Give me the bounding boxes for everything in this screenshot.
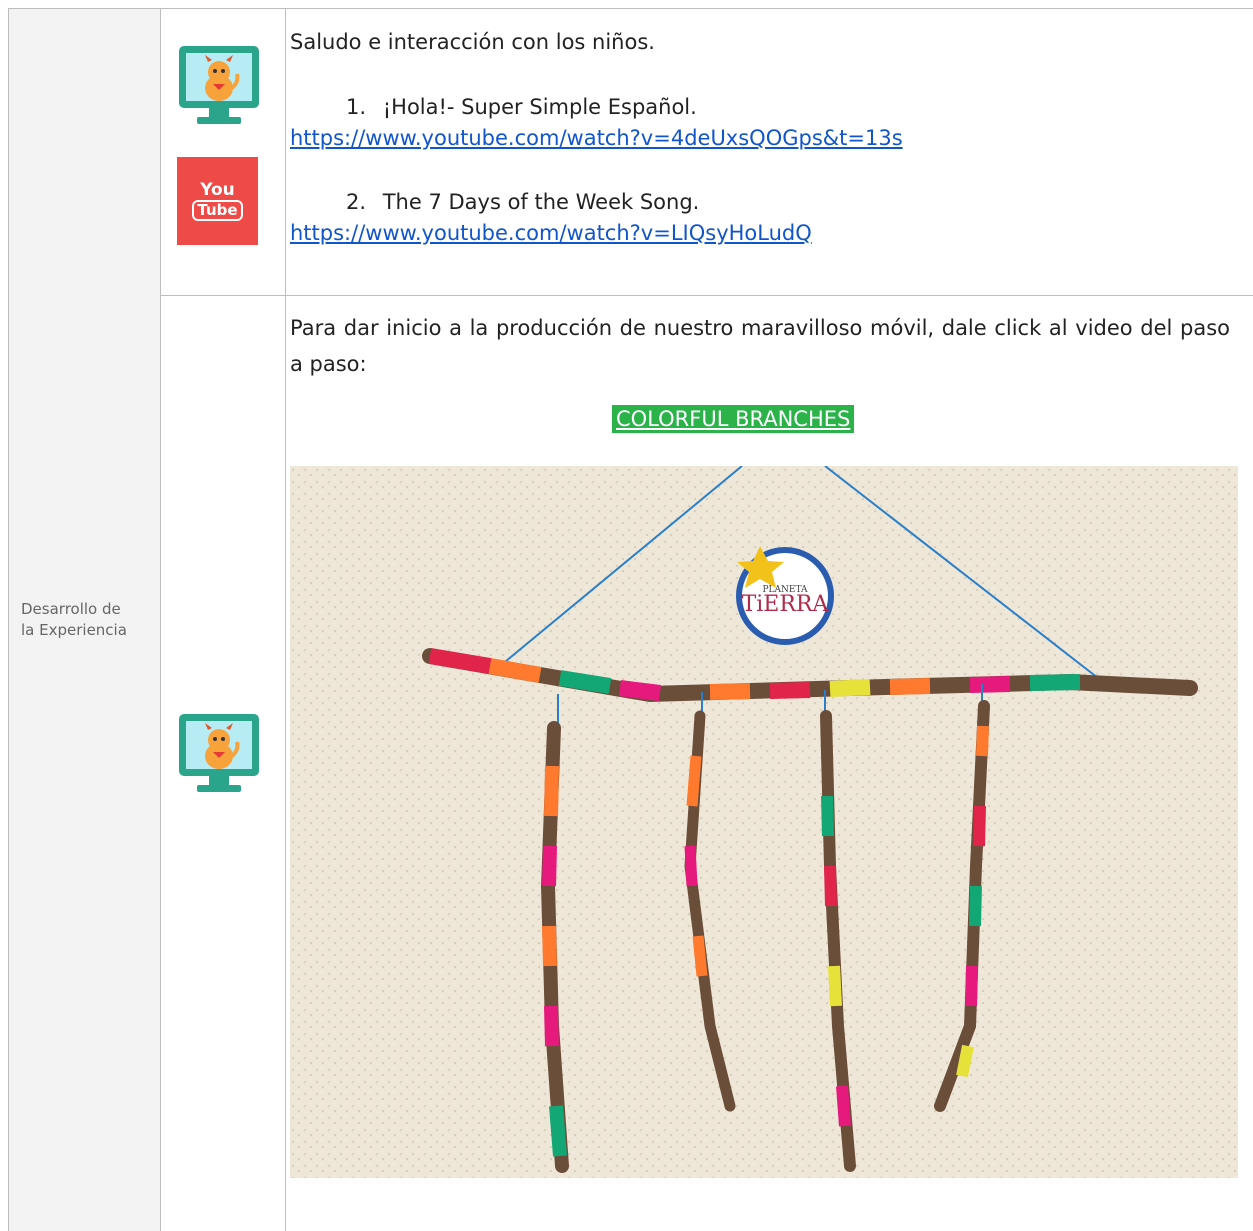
- row-divider: [161, 295, 1253, 296]
- video-item-1-title: ¡Hola!- Super Simple Español.: [382, 95, 697, 119]
- instructions-paragraph: Para dar inicio a la producción de nuest…: [290, 316, 1230, 376]
- video-link-2[interactable]: https://www.youtube.com/watch?v=LIQsyHoL…: [290, 221, 812, 245]
- teacher-monitor-icon: [179, 46, 259, 124]
- youtube-icon-you: You: [200, 180, 235, 200]
- youtube-icon-tube: Tube: [192, 200, 243, 221]
- greeting-intro: Saludo e interacción con los niños.: [290, 30, 655, 54]
- colorful-branches-photo: PLANETA TiERRA: [290, 466, 1238, 1178]
- youtube-icon: You Tube: [177, 157, 258, 245]
- section-label-line-1: Desarrollo de: [21, 600, 121, 618]
- video-item-1: 1. ¡Hola!- Super Simple Español.: [346, 95, 697, 119]
- video-item-2-number: 2.: [346, 190, 367, 214]
- video-item-1-number: 1.: [346, 95, 367, 119]
- badge-word: TiERRA: [742, 592, 830, 617]
- section-label: Desarrollo de la Experiencia: [21, 599, 127, 641]
- section-label-cell: Desarrollo de la Experiencia: [9, 9, 161, 1231]
- colorful-branches-link[interactable]: COLORFUL BRANCHES: [612, 405, 855, 433]
- video-item-2: 2. The 7 Days of the Week Song.: [346, 190, 699, 214]
- video-link-1[interactable]: https://www.youtube.com/watch?v=4deUxsQO…: [290, 126, 903, 150]
- teacher-monitor-icon-2: [179, 714, 259, 792]
- video-item-2-title: The 7 Days of the Week Song.: [382, 190, 700, 214]
- section-label-line-2: la Experiencia: [21, 621, 127, 639]
